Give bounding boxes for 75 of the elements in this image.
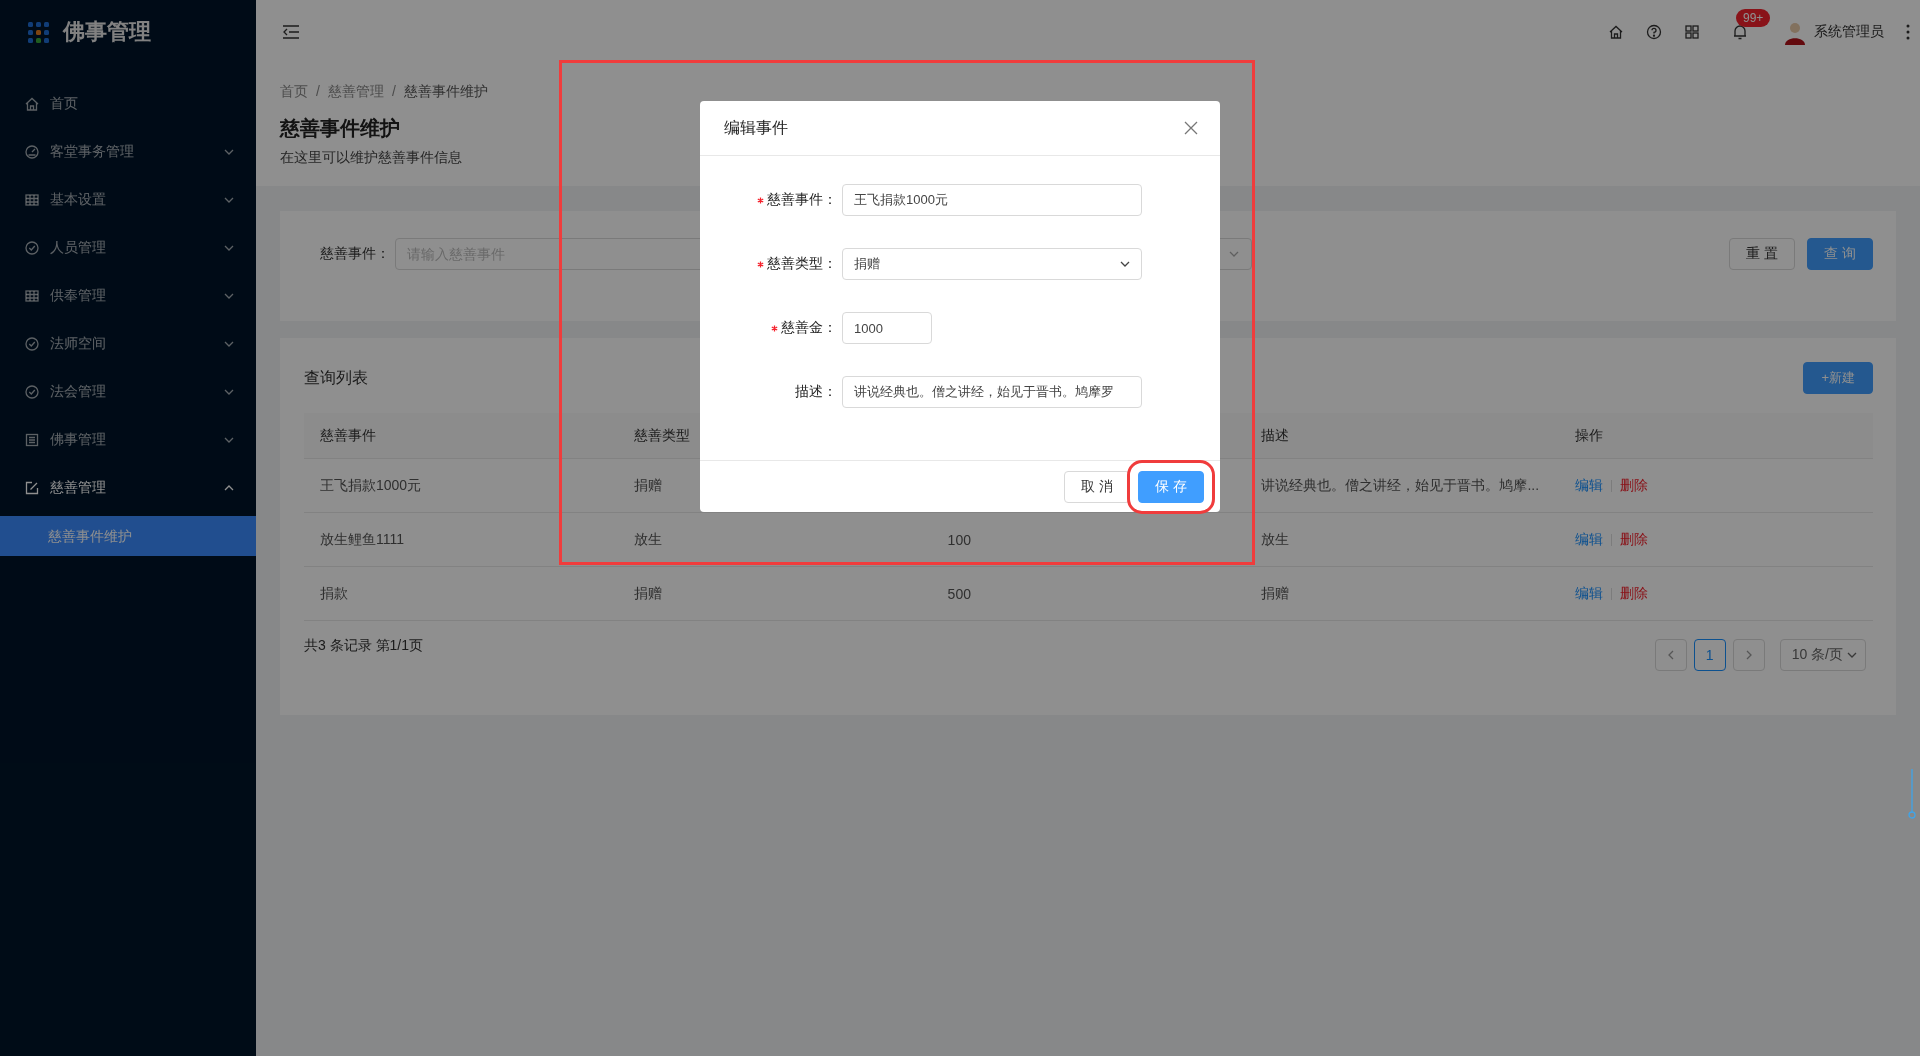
apps-icon[interactable] — [1684, 24, 1700, 40]
list-title: 查询列表 — [304, 367, 368, 388]
menu-item[interactable]: 佛事管理 — [0, 416, 256, 464]
page-title: 慈善事件维护 — [280, 116, 400, 141]
search-button[interactable]: 查 询 — [1807, 238, 1873, 270]
home-icon[interactable] — [1608, 24, 1624, 40]
select-field[interactable]: 捐赠 — [842, 248, 1142, 280]
user-name[interactable]: 系统管理员 — [1814, 23, 1884, 41]
menu-label: 人员管理 — [50, 239, 107, 257]
menu-icon[interactable] — [282, 24, 300, 40]
table-cell: 讲说经典也。僧之讲经，始见于晋书。鸠摩... — [1245, 458, 1560, 513]
record-summary: 共3 条记录 第1/1页 — [304, 637, 424, 655]
chevron-down-icon — [1847, 652, 1857, 658]
menu-item[interactable]: 客堂事务管理 — [0, 128, 256, 176]
logo-icon — [28, 21, 49, 43]
menu-label: 法师空间 — [50, 335, 107, 353]
page-button[interactable]: 1 — [1693, 639, 1726, 671]
chevron-left-icon — [1667, 650, 1674, 660]
delete-link[interactable]: 删除 — [1620, 530, 1649, 547]
menu-label: 基本设置 — [50, 191, 107, 209]
table-cell: 放生 — [1245, 512, 1560, 567]
breadcrumb-link[interactable]: 慈善管理 — [327, 80, 384, 102]
menu-label: 供奉管理 — [50, 287, 107, 305]
field-label: 慈善事件： — [767, 191, 837, 209]
menu-item[interactable]: 法会管理 — [0, 368, 256, 416]
edit-link[interactable]: 编辑 — [1575, 476, 1604, 493]
table-cell: 捐赠 — [617, 566, 932, 621]
dialog-title: 编辑事件 — [724, 117, 788, 138]
menu-label: 法会管理 — [50, 383, 107, 401]
menu-item[interactable]: 基本设置 — [0, 176, 256, 224]
delete-link[interactable]: 删除 — [1620, 476, 1649, 493]
breadcrumb-separator: / — [391, 82, 396, 101]
breadcrumb-link[interactable]: 首页 — [280, 80, 308, 102]
more-icon[interactable] — [1906, 24, 1910, 40]
menu-item[interactable]: 供奉管理 — [0, 272, 256, 320]
menu-label: 客堂事务管理 — [50, 143, 135, 161]
delete-link[interactable]: 删除 — [1620, 584, 1649, 601]
breadcrumb-link[interactable]: 慈善事件维护 — [403, 80, 488, 102]
edit-icon — [24, 480, 40, 496]
chevron-down-icon — [1120, 261, 1130, 267]
edit-link[interactable]: 编辑 — [1575, 584, 1604, 601]
table-cell: 捐赠 — [1245, 566, 1560, 621]
edit-link[interactable]: 编辑 — [1575, 530, 1604, 547]
help-icon[interactable] — [1646, 24, 1662, 40]
table-cell: 王飞捐款1000元 — [304, 458, 618, 513]
input-field[interactable]: 1000 — [842, 312, 932, 344]
field-label: 慈善金： — [781, 319, 837, 337]
reset-button[interactable]: 重 置 — [1729, 238, 1796, 270]
menu-label: 佛事管理 — [50, 431, 107, 449]
table-cell: 捐款 — [304, 566, 618, 621]
chevron-down-icon — [1229, 251, 1239, 257]
table-cell: 放生鲤鱼1111 — [304, 512, 618, 567]
filter-label: 慈善事件： — [320, 245, 391, 263]
app-title: 佛事管理 — [63, 18, 151, 46]
close-icon[interactable] — [1184, 121, 1198, 135]
field-label: 描述： — [795, 383, 837, 401]
breadcrumb-separator: / — [316, 82, 320, 101]
page-size-select[interactable]: 10 条/页 — [1779, 639, 1866, 671]
menu-item[interactable]: 人员管理 — [0, 224, 256, 272]
menu-label: 首页 — [50, 95, 79, 113]
menu-item[interactable]: 慈善管理 — [0, 464, 256, 512]
page-subtitle: 在这里可以维护慈善事件信息 — [280, 148, 462, 167]
notification-badge: 99+ — [1736, 9, 1771, 27]
bell-icon[interactable] — [1732, 23, 1748, 41]
chevron-right-icon — [1745, 650, 1752, 660]
menu-label: 慈善管理 — [50, 479, 107, 497]
field-label: 慈善类型： — [767, 255, 837, 273]
table-cell: 500 — [931, 566, 1246, 621]
new-button[interactable]: +新建 — [1803, 362, 1873, 394]
menu-item[interactable]: 首页 — [0, 80, 256, 128]
input-field[interactable]: 王飞捐款1000元 — [842, 184, 1142, 216]
submenu-item[interactable]: 慈善事件维护 — [0, 516, 256, 556]
menu-item[interactable]: 法师空间 — [0, 320, 256, 368]
input-field[interactable]: 讲说经典也。僧之讲经，始见于晋书。鸠摩罗 — [842, 376, 1142, 408]
scroll-handle-icon[interactable] — [1908, 768, 1916, 820]
